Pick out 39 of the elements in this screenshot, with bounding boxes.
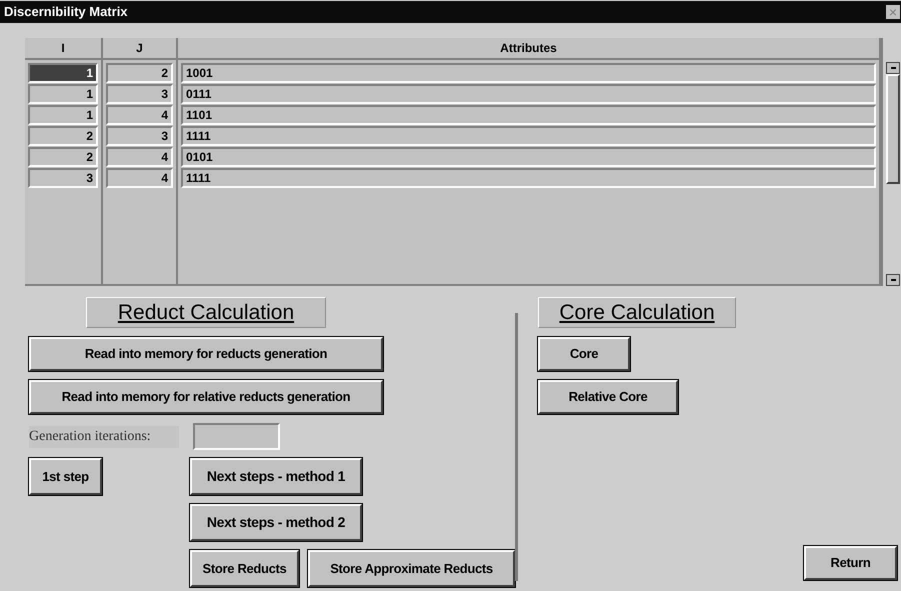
table-cell[interactable]: 1 bbox=[28, 63, 98, 83]
return-button[interactable]: Return bbox=[804, 546, 897, 580]
table-cell[interactable]: 0101 bbox=[181, 147, 876, 167]
table-cell[interactable]: 4 bbox=[106, 105, 173, 125]
window-title: Discernibility Matrix bbox=[4, 3, 128, 22]
table-cell[interactable]: 0111 bbox=[181, 84, 876, 104]
column-header[interactable]: J bbox=[103, 38, 178, 58]
read-button[interactable]: Read into memory for reducts generation bbox=[29, 337, 383, 371]
core-button[interactable]: Core bbox=[538, 337, 630, 371]
read-relative-button[interactable]: Read into memory for relative reducts generation bbox=[29, 380, 383, 414]
table-cell[interactable]: 1 bbox=[28, 84, 98, 104]
table-cell[interactable]: 3 bbox=[28, 168, 98, 188]
section-heading: Reduct Calculation bbox=[86, 297, 326, 328]
method1-button[interactable]: Next steps - method 1 bbox=[190, 458, 362, 495]
table-cell[interactable]: 1 bbox=[28, 105, 98, 125]
section-heading: Core Calculation bbox=[538, 297, 736, 328]
scroll-down-icon[interactable] bbox=[886, 274, 900, 286]
table-cell[interactable]: 1101 bbox=[181, 105, 876, 125]
column-header[interactable]: I bbox=[25, 38, 103, 58]
table-cell[interactable]: 1001 bbox=[181, 63, 876, 83]
table-cell[interactable]: 3 bbox=[106, 84, 173, 104]
table-cell[interactable]: 4 bbox=[106, 147, 173, 167]
store-reducts-button[interactable]: Store Reducts bbox=[190, 550, 299, 587]
relative-core-button[interactable]: Relative Core bbox=[538, 380, 678, 414]
column-header[interactable]: Attributes bbox=[178, 38, 881, 58]
table-cell[interactable]: 2 bbox=[28, 126, 98, 146]
iterations-field[interactable] bbox=[193, 423, 280, 450]
method2-button[interactable]: Next steps - method 2 bbox=[190, 504, 362, 541]
first-step-button[interactable]: 1st step bbox=[29, 458, 102, 495]
scroll-up-icon[interactable] bbox=[886, 62, 900, 74]
table-cell[interactable]: 4 bbox=[106, 168, 173, 188]
table-cell[interactable]: 1111 bbox=[181, 168, 876, 188]
store-approximate-button[interactable]: Store Approximate Reducts bbox=[308, 550, 515, 587]
table-cell[interactable]: 2 bbox=[28, 147, 98, 167]
table-cell[interactable]: 1111 bbox=[181, 126, 876, 146]
table-cell[interactable]: 3 bbox=[106, 126, 173, 146]
table-cell[interactable]: 2 bbox=[106, 63, 173, 83]
iterations-label: Generation iterations: bbox=[29, 426, 179, 448]
scroll-thumb[interactable] bbox=[886, 74, 900, 184]
